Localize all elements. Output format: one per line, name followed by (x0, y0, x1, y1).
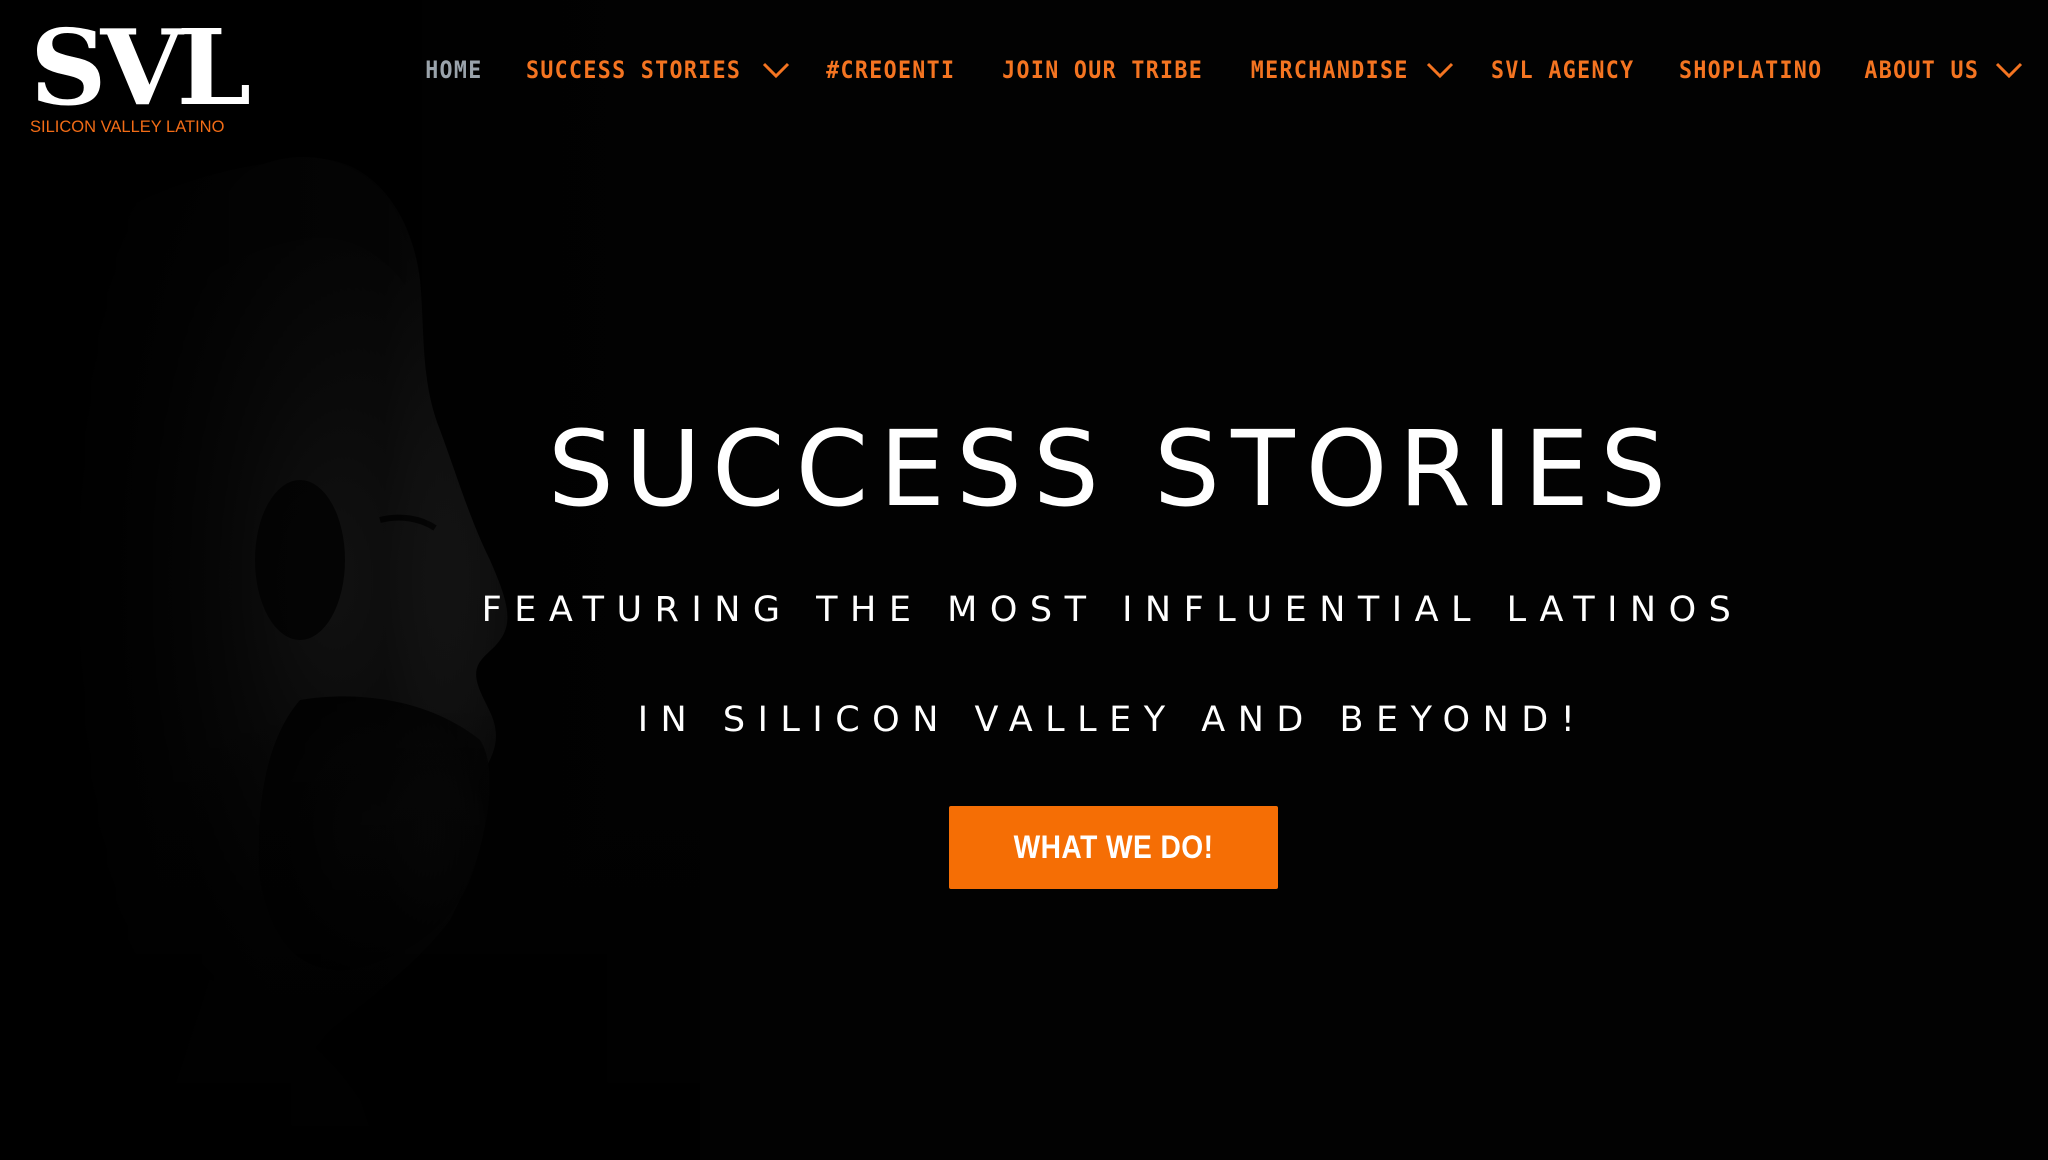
chevron-down-icon (1995, 62, 2023, 79)
nav-label-merchandise: MERCHANDISE (1250, 56, 1409, 84)
chevron-down-icon (763, 62, 790, 79)
home-page: SVL SILICON VALLEY LATINO HOME SUCCESS S… (0, 0, 2048, 1160)
nav-item-about-us[interactable]: ABOUT US (1858, 56, 2024, 84)
hero-portrait-image (0, 0, 700, 1160)
nav-label-home: HOME (425, 56, 483, 84)
what-we-do-button[interactable]: WHAT WE DO! (949, 806, 1278, 889)
nav-item-svl-agency[interactable]: SVL AGENCY (1483, 56, 1643, 84)
nav-item-merchandise[interactable]: MERCHANDISE (1242, 56, 1455, 84)
cta-label: WHAT WE DO! (1013, 829, 1214, 865)
nav-item-creoenti[interactable]: #CREOENTI (819, 56, 963, 84)
nav-label-join-our-tribe: JOIN OUR TRIBE (1001, 56, 1203, 84)
nav-item-home[interactable]: HOME (422, 56, 486, 84)
hero-subtitle-line-2: IN SILICON VALLEY AND BEYOND! (637, 700, 1588, 740)
nav-label-creoenti: #CREOENTI (826, 56, 956, 84)
nav-item-join-our-tribe[interactable]: JOIN OUR TRIBE (991, 56, 1214, 84)
nav-label-svl-agency: SVL AGENCY (1491, 56, 1635, 84)
nav-item-shoplatino[interactable]: SHOPLATINO (1671, 56, 1831, 84)
nav-label-shoplatino: SHOPLATINO (1678, 56, 1823, 84)
chevron-down-icon (1427, 62, 1454, 79)
main-nav: HOME SUCCESS STORIES #CREOENTI JOIN OUR … (394, 50, 2024, 90)
nav-label-about-us: ABOUT US (1864, 56, 1980, 84)
nav-label-success-stories: SUCCESS STORIES (525, 56, 742, 84)
hero-title: SUCCESS STORIES (547, 408, 1678, 530)
nav-item-success-stories[interactable]: SUCCESS STORIES (514, 56, 791, 84)
hero-subtitle-line-1: FEATURING THE MOST INFLUENTIAL LATINOS (481, 590, 1744, 630)
logo-mark: SVL (30, 6, 251, 129)
svl-logo[interactable]: SVL SILICON VALLEY LATINO (30, 16, 251, 143)
